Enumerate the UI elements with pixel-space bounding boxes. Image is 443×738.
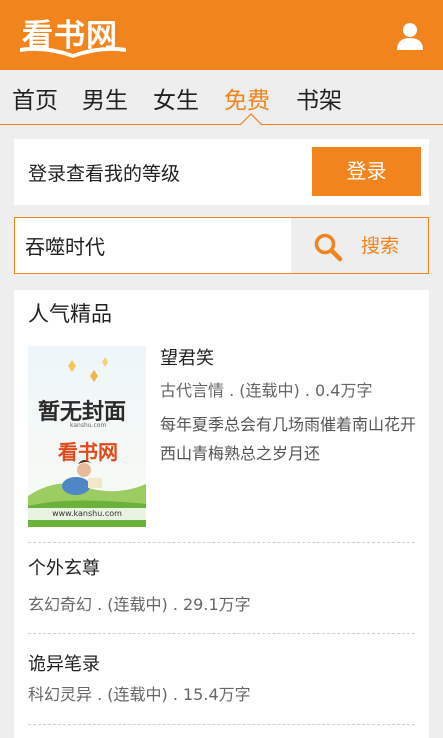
divider <box>28 724 415 725</box>
search-button[interactable]: 搜索 <box>291 218 428 273</box>
top-bar: 看书网 <box>0 0 443 70</box>
active-tab-pointer <box>240 113 262 126</box>
user-icon[interactable] <box>394 20 426 52</box>
tab-bookshelf[interactable]: 书架 <box>296 81 342 115</box>
search-input[interactable] <box>15 218 291 273</box>
search-button-label: 搜索 <box>361 235 400 257</box>
book-meta: 科幻灵异 . (连载中) . 15.4万字 <box>28 685 251 704</box>
book-meta: 玄幻奇幻 . (连载中) . 29.1万字 <box>28 595 251 614</box>
book-title[interactable]: 个外玄尊 <box>28 554 100 580</box>
book-description: 每年夏季总会有几场雨催着南山花开 西山青梅熟总之岁月还 <box>160 415 417 463</box>
cover-url: www.kanshu.com <box>28 508 146 520</box>
section-title: 人气精品 <box>28 302 112 326</box>
tab-female[interactable]: 女生 <box>153 81 199 115</box>
tab-home[interactable]: 首页 <box>12 81 58 115</box>
nav-bar: 首页 男生 女生 免费 书架 <box>0 70 443 125</box>
login-prompt: 登录查看我的等级 <box>28 163 181 185</box>
logo-book-icon <box>20 46 126 58</box>
divider <box>28 633 415 634</box>
cover-logo: 看书网 <box>58 440 118 464</box>
book-title[interactable]: 诡异笔录 <box>28 650 100 676</box>
book-meta: 古代言情 . (连载中) . 0.4万字 <box>160 381 373 400</box>
featured-section: 人气精品 暂无封面 kanshu.com 看书网 www.kanshu.com … <box>14 290 429 738</box>
cover-site: kanshu.com <box>70 422 107 429</box>
tab-free[interactable]: 免费 <box>224 81 270 115</box>
search-icon <box>314 233 343 262</box>
login-button[interactable]: 登录 <box>312 147 421 196</box>
login-panel: 登录查看我的等级 登录 <box>14 139 429 205</box>
search-bar: 搜索 <box>14 217 429 274</box>
tab-male[interactable]: 男生 <box>82 81 128 115</box>
book-title[interactable]: 望君笑 <box>160 344 214 370</box>
divider <box>28 542 415 543</box>
book-cover[interactable]: 暂无封面 kanshu.com 看书网 www.kanshu.com <box>28 346 146 527</box>
